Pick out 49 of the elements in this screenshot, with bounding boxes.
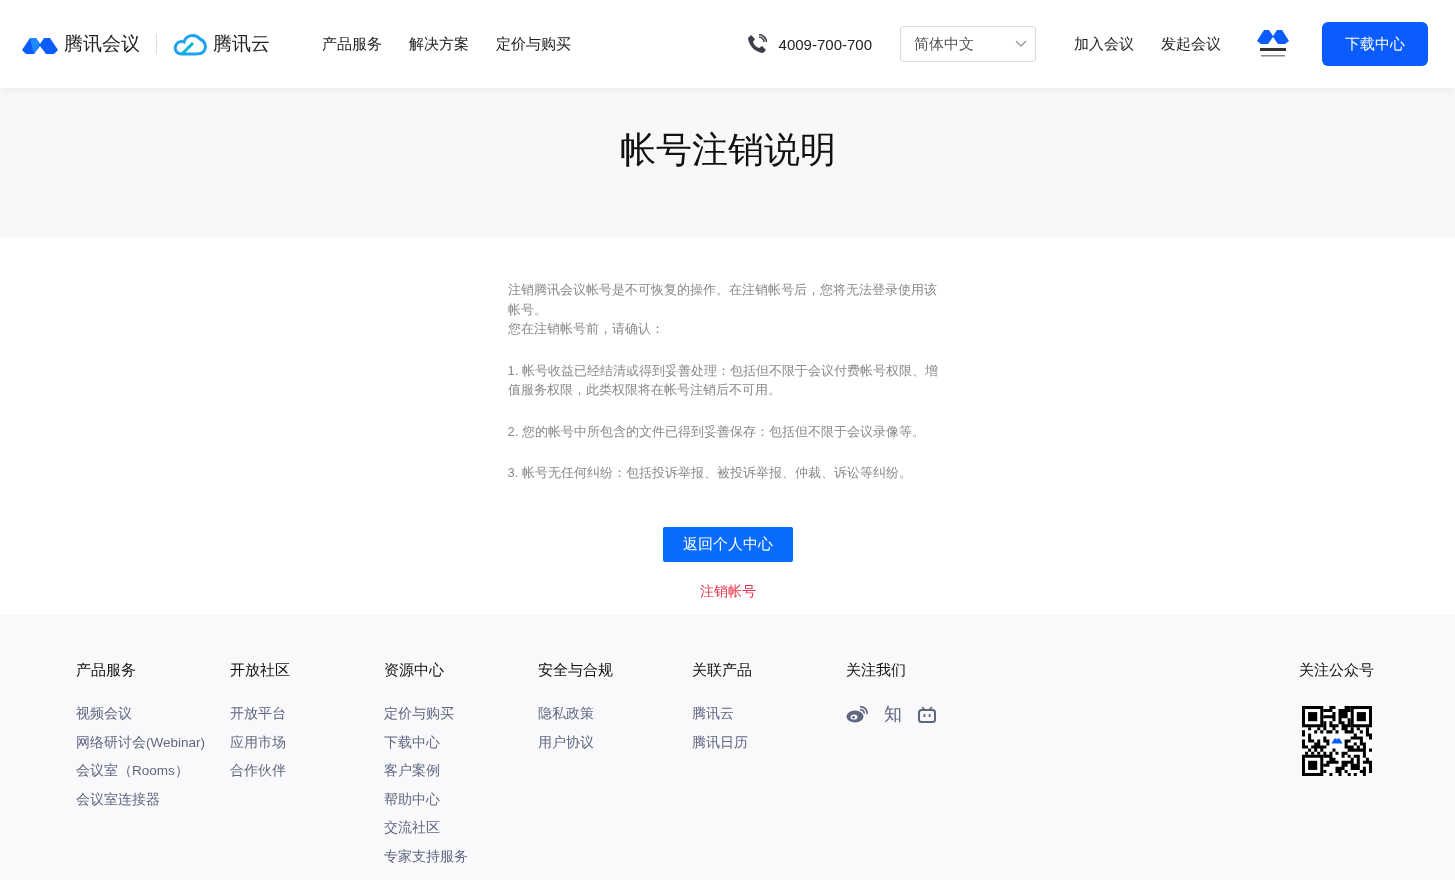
footer-link[interactable]: 视频会议: [76, 700, 132, 729]
page-title: 帐号注销说明: [619, 128, 836, 172]
tv-icon[interactable]: [918, 705, 936, 723]
nav-link[interactable]: 解决方案: [409, 34, 469, 54]
footer-link[interactable]: 帮助中心: [384, 785, 440, 815]
footer-heading: 安全与合规: [538, 661, 613, 679]
notice-text: 注销腾讯会议帐号是不可恢复的操作。在注销帐号后，您将无法登录使用该帐号。: [507, 281, 938, 319]
nav-link[interactable]: 产品服务: [322, 34, 382, 54]
footer-heading: 关注公众号: [1299, 661, 1374, 679]
footer-heading: 开放社区: [230, 661, 290, 679]
footer-link[interactable]: 网络研讨会(Webinar): [76, 728, 206, 758]
footer-link[interactable]: 开放平台: [230, 700, 286, 729]
footer-link[interactable]: 腾讯云: [692, 700, 734, 729]
brand-name[interactable]: 腾讯云: [213, 31, 270, 57]
header-link[interactable]: 加入会议: [1074, 34, 1134, 54]
footer-link[interactable]: 定价与购买: [384, 700, 454, 729]
header-link[interactable]: 发起会议: [1161, 34, 1221, 54]
notice-item: 3. 帐号无任何纠纷：包括投诉举报、被投诉举报、仲裁、诉讼等纠纷。: [507, 464, 913, 482]
delete-account-link[interactable]: 注销帐号: [699, 582, 756, 601]
footer-heading: 资源中心: [384, 661, 444, 679]
zhihu-icon[interactable]: 知: [884, 704, 902, 724]
footer-link[interactable]: 用户协议: [538, 728, 594, 758]
footer-link[interactable]: 会议室连接器: [76, 785, 160, 815]
download-center-button[interactable]: 下载中心: [1322, 22, 1428, 66]
language-select[interactable]: 简体中文: [900, 26, 1036, 62]
phone-icon: [746, 34, 767, 54]
footer-heading: 产品服务: [76, 661, 136, 679]
footer-link[interactable]: 腾讯日历: [692, 728, 748, 758]
back-to-profile-button[interactable]: 返回个人中心: [662, 526, 793, 562]
qr-code-drawing: [1301, 706, 1372, 776]
footer-heading: 关注我们: [846, 661, 906, 679]
footer-heading: 关联产品: [692, 661, 752, 679]
notice-item: 2. 您的帐号中所包含的文件已得到妥善保存：包括但不限于会议录像等。: [507, 422, 926, 441]
footer-link[interactable]: 下载中心: [384, 728, 440, 758]
phone-number: 4009-700-700: [778, 35, 872, 53]
footer-link[interactable]: 合作伙伴: [230, 757, 286, 786]
footer-link[interactable]: 客户案例: [384, 757, 440, 786]
footer-link[interactable]: 交流社区: [384, 814, 440, 843]
notice-text: 您在注销帐号前，请确认：: [507, 320, 665, 338]
footer-link[interactable]: 会议室（Rooms）: [76, 757, 189, 786]
chevron-down-icon: [1015, 40, 1027, 48]
notice-item: 1. 帐号收益已经结清或得到妥善处理：包括但不限于会议付费帐号权限、增值服务权限，此类权限将在帐号注销后不可用。: [507, 361, 939, 399]
weibo-icon[interactable]: [846, 705, 868, 723]
footer-link[interactable]: 专家支持服务: [384, 842, 468, 872]
footer-link[interactable]: 应用市场: [230, 728, 286, 758]
cloud-logo-icon: [173, 31, 207, 57]
footer-link[interactable]: 隐私政策: [538, 700, 594, 729]
nav-link[interactable]: 定价与购买: [496, 34, 571, 54]
brand-name[interactable]: 腾讯会议: [64, 31, 140, 57]
